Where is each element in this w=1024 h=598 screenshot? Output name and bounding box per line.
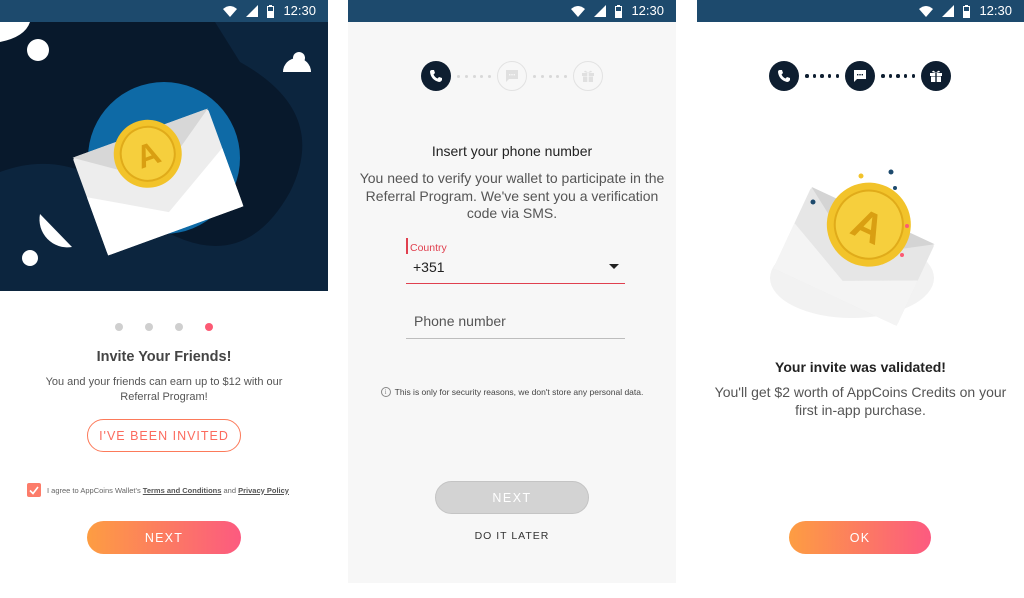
step-gift [921,61,951,91]
terms-checkbox[interactable] [27,483,41,497]
progress-stepper [421,61,603,91]
next-button-disabled[interactable]: NEXT [435,481,589,514]
step-sms [845,61,875,91]
invite-validated-screen: 12:30 A Your invite was validated! You'l… [697,0,1024,583]
page-title: Invite Your Friends! [96,349,232,365]
clock: 12:30 [283,3,316,18]
focus-indicator [406,238,408,254]
clock: 12:30 [631,3,664,18]
chat-icon [854,70,866,82]
status-bar: 12:30 [697,0,1024,22]
status-bar: 12:30 [348,0,676,22]
signal-icon [246,5,259,17]
phone-field [406,305,625,339]
carousel-dot[interactable] [115,323,123,331]
status-bar: 12:30 [0,0,328,22]
security-note: i This is only for security reasons, we … [348,387,676,397]
country-select[interactable]: Country +351 [406,238,625,284]
phone-verification-screen: 12:30 Insert your phone number You need … [348,0,676,583]
gift-icon [582,70,594,82]
battery-icon [267,4,275,18]
signal-icon [942,5,955,17]
wifi-icon [223,5,238,17]
country-label: Country [410,242,447,254]
invite-screen: 12:30 A Invite Your Friends! You and you… [0,0,328,583]
step-sms [497,61,527,91]
wifi-icon [919,5,934,17]
clock: 12:30 [979,3,1012,18]
terms-text: I agree to AppCoins Wallet's Terms and C… [47,486,289,495]
next-button[interactable]: NEXT [87,521,241,554]
check-icon [29,486,39,495]
terms-link[interactable]: Terms and Conditions [143,486,222,495]
step-gift [573,61,603,91]
carousel-dot-active[interactable] [205,323,213,331]
dropdown-arrow-icon[interactable] [609,264,619,269]
chat-icon [506,70,518,82]
step-connector [799,74,845,78]
security-note-text: This is only for security reasons, we do… [394,387,644,397]
description: You'll get $2 worth of AppCoins Credits … [714,384,1007,418]
carousel-dot[interactable] [145,323,153,331]
step-connector [527,74,573,78]
privacy-link[interactable]: Privacy Policy [238,486,289,495]
progress-stepper [769,61,951,91]
signal-icon [594,5,607,17]
battery-icon [615,4,623,18]
gift-icon [930,70,942,82]
terms-and: and [221,485,239,495]
ok-button[interactable]: OK [789,521,931,554]
country-value: +351 [413,259,445,275]
terms-row: I agree to AppCoins Wallet's Terms and C… [27,483,289,497]
step-connector [451,74,497,78]
envelope-coin-illustration: A [770,169,935,326]
been-invited-button[interactable]: I'VE BEEN INVITED [87,419,241,452]
phone-input[interactable] [406,305,625,337]
battery-icon [963,4,971,18]
do-it-later-button[interactable]: DO IT LATER [348,530,676,542]
carousel-indicator [0,323,328,331]
description: You and your friends can earn up to $12 … [45,376,283,403]
page-title: Your invite was validated! [775,359,946,375]
page-title: Insert your phone number [431,143,593,159]
info-icon: i [380,387,391,397]
description: You need to verify your wallet to partic… [359,170,665,221]
hero-illustration: A [0,22,328,291]
step-phone [421,61,451,91]
phone-icon [778,70,790,82]
phone-icon [430,70,442,82]
step-connector [875,74,921,78]
terms-prefix: I agree to AppCoins Wallet's [47,485,143,495]
wifi-icon [571,5,586,17]
step-phone [769,61,799,91]
carousel-dot[interactable] [175,323,183,331]
